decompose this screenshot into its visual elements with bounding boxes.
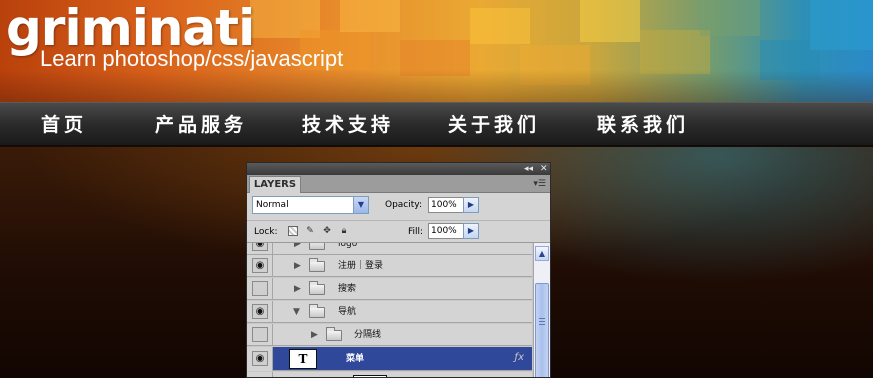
visibility-toggle[interactable] — [247, 372, 273, 377]
layer-row-divider[interactable]: ▶ 分隔线 — [247, 324, 532, 346]
folder-icon — [309, 304, 325, 318]
fill-slider-button[interactable]: ▶ — [463, 223, 479, 239]
layer-row-register-login[interactable]: ◉ ▶ 注册｜登录 — [247, 255, 532, 277]
chevron-down-icon: ▼ — [353, 197, 368, 213]
banner-tile — [340, 0, 400, 32]
double-chevron-left-icon[interactable]: ◂◂ — [524, 163, 533, 175]
expand-arrow-icon[interactable]: ▶ — [294, 243, 304, 250]
layer-name: 导航 — [338, 307, 357, 317]
nav-item-support[interactable]: 技术支持 — [302, 112, 394, 138]
expand-arrow-icon[interactable]: ▶ — [294, 283, 304, 295]
nav-item-products[interactable]: 产品服务 — [155, 112, 247, 138]
banner-tile — [810, 0, 873, 50]
layer-row-nav[interactable]: ◉ ▼ 导航 — [247, 301, 532, 323]
layer-list: ◉ ▶ logo ◉ ▶ 注册｜登录 ▶ 搜索 ◉ ▼ 导航 ▶ 分隔线 ◉ T… — [247, 242, 550, 377]
text-layer-thumbnail: T — [289, 349, 317, 369]
layers-panel: ◂◂ ✕ LAYERS ▾☰ Normal ▼ Opacity: 100% ▶ … — [246, 162, 551, 378]
folder-icon — [309, 258, 325, 272]
layer-effects-icon[interactable]: ƒx — [515, 351, 524, 365]
close-icon[interactable]: ✕ — [540, 163, 548, 175]
lock-position-icon[interactable]: ✥ — [322, 226, 332, 236]
layer-name: 注册｜登录 — [338, 261, 384, 271]
tab-layers[interactable]: LAYERS — [249, 176, 301, 193]
blend-mode-select[interactable]: Normal ▼ — [252, 196, 369, 214]
opacity-label: Opacity: — [385, 200, 422, 210]
fill-label: Fill: — [408, 227, 424, 237]
layer-name: 菜单 — [346, 354, 365, 364]
layer-list-scrollbar[interactable]: ▲ — [533, 243, 550, 377]
opacity-slider-button[interactable]: ▶ — [463, 197, 479, 213]
panel-menu-icon[interactable]: ▾☰ — [533, 178, 546, 190]
banner-tile — [580, 0, 640, 42]
panel-title-bar[interactable]: ◂◂ ✕ — [247, 163, 550, 175]
lock-all-icon[interactable]: 🔒︎ — [339, 226, 349, 236]
header-banner: griminati Learn photoshop/css/javascript — [0, 0, 873, 102]
lock-image-pixels-icon[interactable]: ✎ — [305, 226, 315, 236]
scroll-thumb[interactable] — [535, 283, 549, 377]
banner-shade — [0, 70, 873, 102]
nav-item-about[interactable]: 关于我们 — [448, 112, 540, 138]
layer-row-partial[interactable] — [247, 372, 532, 377]
scroll-up-button[interactable]: ▲ — [535, 246, 549, 261]
eye-icon: ◉ — [252, 258, 268, 273]
layer-name: logo — [338, 242, 358, 249]
folder-icon — [326, 327, 342, 341]
nav-item-home[interactable]: 首页 — [41, 112, 87, 138]
lock-row: Lock: ✎ ✥ 🔒︎ Fill: 100% ▶ — [247, 220, 550, 242]
blend-mode-row: Normal ▼ Opacity: 100% ▶ — [247, 194, 550, 218]
lock-label: Lock: — [254, 227, 278, 237]
eye-icon: ◉ — [252, 304, 268, 319]
layer-name: 搜索 — [338, 284, 357, 294]
banner-tile — [470, 8, 530, 44]
eye-hidden-box — [252, 281, 268, 296]
layer-row-search[interactable]: ▶ 搜索 — [247, 278, 532, 300]
collapse-arrow-icon[interactable]: ▼ — [293, 306, 303, 318]
main-nav: 首页 产品服务 技术支持 关于我们 联系我们 — [0, 102, 873, 146]
visibility-toggle[interactable] — [247, 324, 273, 346]
expand-arrow-icon[interactable]: ▶ — [311, 329, 321, 341]
expand-arrow-icon[interactable]: ▶ — [294, 260, 304, 272]
site-tagline: Learn photoshop/css/javascript — [40, 46, 344, 71]
visibility-toggle[interactable]: ◉ — [247, 301, 273, 323]
nav-item-contact[interactable]: 联系我们 — [597, 112, 689, 138]
lock-transparent-pixels-icon[interactable] — [288, 226, 298, 236]
visibility-toggle[interactable] — [247, 278, 273, 300]
eye-icon: ◉ — [252, 351, 268, 366]
visibility-toggle[interactable]: ◉ — [247, 243, 273, 255]
layer-name: 分隔线 — [354, 330, 382, 340]
eye-hidden-box — [252, 327, 268, 342]
fill-input[interactable]: 100% — [428, 223, 467, 239]
blend-mode-value: Normal — [256, 200, 289, 210]
folder-icon — [309, 243, 325, 250]
opacity-input[interactable]: 100% — [428, 197, 467, 213]
layer-row-menu-selected[interactable]: ◉ T 菜单 ƒx — [247, 347, 532, 371]
eye-icon: ◉ — [252, 243, 268, 251]
grip-icon — [539, 318, 545, 325]
banner-tile — [640, 30, 710, 74]
panel-tab-row: LAYERS ▾☰ — [247, 175, 550, 193]
visibility-toggle[interactable]: ◉ — [247, 255, 273, 277]
visibility-toggle[interactable]: ◉ — [247, 347, 273, 371]
folder-icon — [309, 281, 325, 295]
layer-row-logo[interactable]: ◉ ▶ logo — [247, 242, 532, 255]
banner-tile — [700, 0, 760, 36]
